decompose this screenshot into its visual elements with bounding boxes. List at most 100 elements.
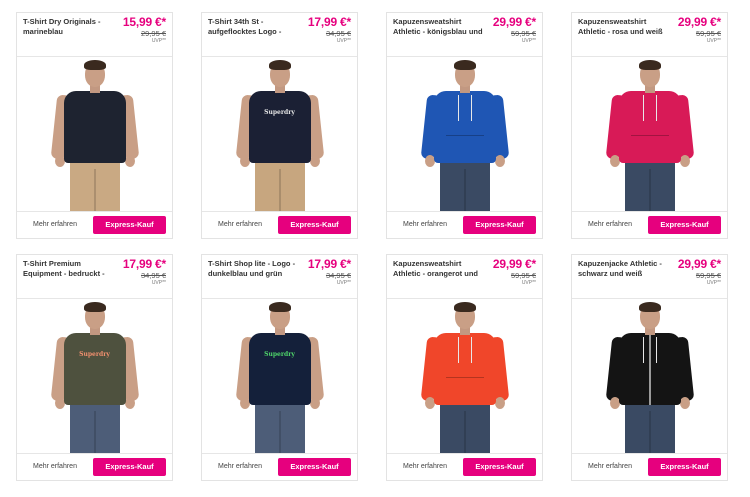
- product-actions: Mehr erfahren Express-Kauf: [572, 453, 727, 480]
- express-buy-button[interactable]: Express-Kauf: [278, 216, 351, 234]
- price-box: 29,99 €* 59,95 € UVP**: [665, 257, 721, 287]
- product-actions: Mehr erfahren Express-Kauf: [387, 211, 542, 238]
- original-price: 34,95 €: [140, 271, 166, 280]
- more-info-link[interactable]: Mehr erfahren: [588, 221, 632, 228]
- more-info-link[interactable]: Mehr erfahren: [403, 221, 447, 228]
- price-box: 29,99 €* 59,95 € UVP**: [480, 257, 536, 287]
- price-box: 17,99 €* 34,95 € UVP**: [110, 258, 166, 287]
- product-image[interactable]: Superdry: [202, 57, 357, 212]
- pants: [624, 161, 675, 212]
- product-header: T-Shirt 34th St - aufgeflocktes Logo - 1…: [202, 13, 357, 57]
- uvp-label: UVP**: [151, 280, 166, 286]
- hand: [124, 155, 135, 167]
- more-info-link[interactable]: Mehr erfahren: [33, 221, 77, 228]
- pants: [439, 161, 490, 212]
- original-price: 59,95 €: [695, 271, 721, 280]
- kangaroo-pocket: [445, 377, 484, 395]
- more-info-link[interactable]: Mehr erfahren: [218, 221, 262, 228]
- model-figure: [605, 57, 695, 212]
- express-buy-button[interactable]: Express-Kauf: [93, 216, 166, 234]
- pants: [254, 161, 305, 212]
- original-price: 34,95 €: [325, 271, 351, 280]
- express-buy-button[interactable]: Express-Kauf: [648, 458, 721, 476]
- express-buy-button[interactable]: Express-Kauf: [648, 216, 721, 234]
- product-card[interactable]: T-Shirt Premium Equipment - bedruckt - k…: [16, 254, 173, 481]
- model-figure: [605, 299, 695, 454]
- product-image[interactable]: [17, 57, 172, 212]
- price-box: 17,99 €* 34,95 € UVP**: [295, 258, 351, 287]
- product-image[interactable]: Superdry: [202, 299, 357, 454]
- product-card[interactable]: T-Shirt Dry Originals - marineblau 15,99…: [16, 12, 173, 239]
- hand: [494, 397, 505, 409]
- product-header: T-Shirt Premium Equipment - bedruckt - k…: [17, 255, 172, 299]
- original-price: 59,95 €: [695, 29, 721, 38]
- price-box: 29,99 €* 59,95 € UVP**: [480, 15, 536, 45]
- product-header: Kapuzensweatshirt Athletic - rosa und we…: [572, 13, 727, 57]
- product-card[interactable]: Kapuzensweatshirt Athletic - königsblau …: [386, 12, 543, 239]
- product-card[interactable]: T-Shirt 34th St - aufgeflocktes Logo - 1…: [201, 12, 358, 239]
- shirt-print: Superdry: [79, 351, 110, 358]
- hair: [453, 302, 476, 312]
- hand: [309, 397, 320, 409]
- current-price: 29,99 €*: [492, 15, 536, 29]
- product-actions: Mehr erfahren Express-Kauf: [572, 211, 727, 238]
- original-price: 59,95 €: [510, 271, 536, 280]
- product-header: T-Shirt Dry Originals - marineblau 15,99…: [17, 13, 172, 57]
- product-card[interactable]: Kapuzensweatshirt Athletic - orangerot u…: [386, 254, 543, 481]
- express-buy-button[interactable]: Express-Kauf: [463, 458, 536, 476]
- uvp-label: UVP**: [521, 38, 536, 44]
- product-card[interactable]: T-Shirt Shop lite - Logo - dunkelblau un…: [201, 254, 358, 481]
- hood-drawstrings: [642, 95, 657, 121]
- original-price: 34,95 €: [325, 29, 351, 38]
- original-price: 29,95 €: [140, 29, 166, 38]
- product-card[interactable]: Kapuzenjacke Athletic - schwarz und weiß…: [571, 254, 728, 481]
- model-figure: [50, 57, 140, 212]
- more-info-link[interactable]: Mehr erfahren: [403, 463, 447, 470]
- product-title[interactable]: T-Shirt 34th St - aufgeflocktes Logo -: [208, 17, 300, 37]
- express-buy-button[interactable]: Express-Kauf: [463, 216, 536, 234]
- product-actions: Mehr erfahren Express-Kauf: [17, 453, 172, 480]
- product-header: Kapuzenjacke Athletic - schwarz und weiß…: [572, 255, 727, 299]
- product-image[interactable]: Superdry: [17, 299, 172, 454]
- hood-drawstrings: [457, 95, 472, 121]
- product-header: T-Shirt Shop lite - Logo - dunkelblau un…: [202, 255, 357, 299]
- product-grid: T-Shirt Dry Originals - marineblau 15,99…: [0, 0, 750, 497]
- express-buy-button[interactable]: Express-Kauf: [93, 458, 166, 476]
- uvp-label: UVP**: [706, 280, 721, 286]
- product-title[interactable]: T-Shirt Premium Equipment - bedruckt - k…: [23, 259, 115, 279]
- hood-drawstrings: [457, 337, 472, 363]
- pants: [69, 403, 120, 454]
- current-price: 29,99 €*: [677, 257, 721, 271]
- current-price: 29,99 €*: [492, 257, 536, 271]
- hair: [268, 60, 291, 70]
- product-title[interactable]: Kapuzensweatshirt Athletic - königsblau …: [393, 17, 485, 37]
- uvp-label: UVP**: [336, 280, 351, 286]
- product-title[interactable]: T-Shirt Shop lite - Logo - dunkelblau un…: [208, 259, 300, 279]
- shirt-print: Superdry: [264, 351, 295, 358]
- hair: [83, 60, 106, 70]
- product-actions: Mehr erfahren Express-Kauf: [387, 453, 542, 480]
- price-box: 29,99 €* 59,95 € UVP**: [665, 16, 721, 45]
- product-actions: Mehr erfahren Express-Kauf: [202, 453, 357, 480]
- product-header: Kapuzensweatshirt Athletic - königsblau …: [387, 13, 542, 57]
- hand: [679, 397, 690, 409]
- product-image[interactable]: [572, 57, 727, 212]
- express-buy-button[interactable]: Express-Kauf: [278, 458, 351, 476]
- uvp-label: UVP**: [151, 38, 166, 44]
- more-info-link[interactable]: Mehr erfahren: [588, 463, 632, 470]
- product-title[interactable]: Kapuzensweatshirt Athletic - rosa und we…: [578, 17, 670, 37]
- product-image[interactable]: [387, 299, 542, 454]
- product-title[interactable]: Kapuzensweatshirt Athletic - orangerot u…: [393, 259, 485, 279]
- model-figure: [420, 57, 510, 212]
- product-image[interactable]: [572, 299, 727, 454]
- product-title[interactable]: T-Shirt Dry Originals - marineblau: [23, 17, 115, 37]
- pants: [624, 403, 675, 454]
- product-header: Kapuzensweatshirt Athletic - orangerot u…: [387, 255, 542, 299]
- product-actions: Mehr erfahren Express-Kauf: [202, 211, 357, 238]
- more-info-link[interactable]: Mehr erfahren: [33, 463, 77, 470]
- product-actions: Mehr erfahren Express-Kauf: [17, 211, 172, 238]
- product-card[interactable]: Kapuzensweatshirt Athletic - rosa und we…: [571, 12, 728, 239]
- product-title[interactable]: Kapuzenjacke Athletic - schwarz und weiß: [578, 259, 670, 279]
- more-info-link[interactable]: Mehr erfahren: [218, 463, 262, 470]
- product-image[interactable]: [387, 57, 542, 212]
